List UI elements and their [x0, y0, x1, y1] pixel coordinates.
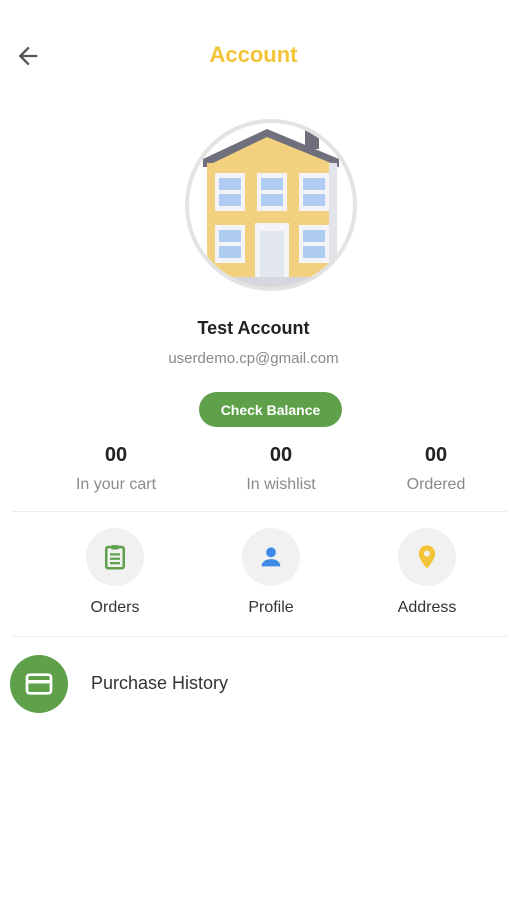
- orders-icon-circle: [86, 528, 144, 586]
- profile-shortcut[interactable]: Profile: [211, 528, 331, 617]
- stat-label: Ordered: [406, 476, 466, 493]
- divider: [12, 511, 507, 512]
- stat-in-cart[interactable]: 00 In your cart: [36, 442, 196, 494]
- clipboard-icon: [105, 545, 125, 570]
- avatar: [185, 119, 357, 291]
- address-icon-circle: [398, 528, 456, 586]
- stat-ordered[interactable]: 00 Ordered: [356, 442, 507, 494]
- stat-label: In wishlist: [246, 476, 316, 493]
- check-balance-button[interactable]: Check Balance: [199, 392, 342, 427]
- page-title: Account: [209, 42, 298, 67]
- profile-icon-circle: [242, 528, 300, 586]
- purchase-history-label: Purchase History: [91, 673, 229, 693]
- stat-value: 00: [424, 444, 448, 466]
- app-header: Account: [0, 0, 507, 110]
- credit-card-icon: [25, 673, 53, 695]
- purchase-history-icon-circle: [10, 655, 68, 713]
- stat-in-wishlist[interactable]: 00 In wishlist: [201, 442, 361, 494]
- purchase-history-item[interactable]: Purchase History: [0, 655, 507, 713]
- location-pin-icon: [418, 545, 436, 569]
- divider: [12, 636, 507, 637]
- building-avatar: [199, 127, 345, 287]
- stat-value: 00: [104, 444, 128, 466]
- orders-shortcut[interactable]: Orders: [55, 528, 175, 617]
- shortcut-label: Address: [397, 599, 457, 616]
- user-email: userdemo.cp@gmail.com: [168, 350, 339, 367]
- stat-label: In your cart: [75, 476, 157, 493]
- address-shortcut[interactable]: Address: [367, 528, 487, 617]
- shortcut-label: Orders: [90, 599, 140, 616]
- shortcut-label: Profile: [248, 599, 294, 616]
- user-name: Test Account: [197, 318, 310, 338]
- person-icon: [261, 547, 281, 567]
- stat-value: 00: [269, 444, 293, 466]
